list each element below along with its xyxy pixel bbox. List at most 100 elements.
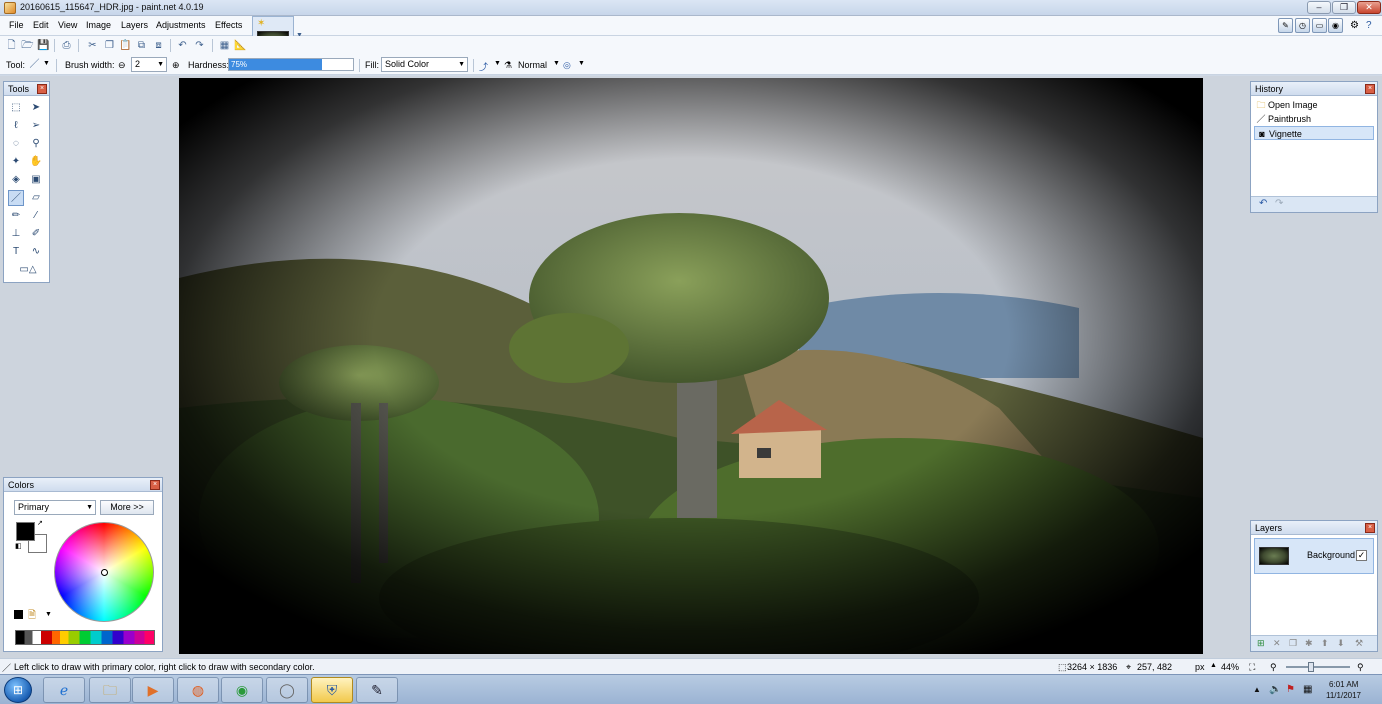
minimize-button[interactable]: –: [1307, 1, 1331, 14]
paste-icon[interactable]: 📋: [119, 39, 132, 52]
zoom-slider[interactable]: [1286, 662, 1350, 672]
add-layer-icon[interactable]: ⊞: [1257, 638, 1265, 649]
speaker-icon[interactable]: 🔈: [1269, 684, 1281, 695]
move-selection-icon[interactable]: ➤: [28, 100, 44, 116]
history-item[interactable]: 🗀 Open Image: [1254, 98, 1374, 112]
color-wheel[interactable]: [54, 522, 154, 622]
close-icon[interactable]: ×: [150, 480, 160, 490]
menu-image[interactable]: Image: [86, 20, 111, 30]
menu-layers[interactable]: Layers: [121, 20, 148, 30]
close-icon[interactable]: ×: [37, 84, 47, 94]
paste-new-image-icon[interactable]: ⧈: [152, 39, 165, 52]
paintnet-taskbar-icon[interactable]: ✎: [356, 677, 398, 703]
hardness-slider[interactable]: 75%: [228, 58, 354, 71]
delete-layer-icon[interactable]: ✕: [1273, 638, 1281, 649]
magic-wand-icon[interactable]: ✦: [8, 154, 24, 170]
antialiasing-icon[interactable]: ⤴: [479, 60, 488, 73]
maximize-button[interactable]: ❐: [1332, 1, 1356, 14]
grid-icon[interactable]: ▦: [218, 39, 231, 52]
blend-mode-icon[interactable]: ⚗: [504, 60, 512, 71]
gradient-icon[interactable]: ▣: [28, 172, 44, 188]
opera-icon[interactable]: ◯: [266, 677, 308, 703]
line-curve-icon[interactable]: ∿: [28, 244, 44, 260]
recolor-icon[interactable]: ✐: [28, 226, 44, 242]
media-player-icon[interactable]: ▶: [132, 677, 174, 703]
lasso-select-icon[interactable]: ℓ: [8, 118, 24, 134]
print-icon[interactable]: ⎙: [60, 39, 73, 52]
units-dropdown-icon[interactable]: ▲: [1210, 662, 1217, 669]
close-icon[interactable]: ×: [1365, 84, 1375, 94]
move-layer-down-icon[interactable]: ⬇: [1337, 638, 1345, 649]
color-picker-icon[interactable]: ⁄: [28, 208, 44, 224]
text-icon[interactable]: T: [8, 244, 24, 260]
antialiasing-dropdown-icon[interactable]: ▼: [494, 60, 501, 67]
primary-color-swatch[interactable]: [16, 522, 35, 541]
zoom-out-icon[interactable]: ⚲: [1270, 662, 1277, 673]
action-center-icon[interactable]: ⚑: [1286, 684, 1295, 695]
paintbrush-icon[interactable]: ／: [28, 58, 41, 71]
swap-colors-icon[interactable]: ↗: [37, 519, 43, 527]
paint-bucket-icon[interactable]: ◈: [8, 172, 24, 188]
merge-layer-icon[interactable]: ✱: [1305, 638, 1313, 649]
move-layer-up-icon[interactable]: ⬆: [1321, 638, 1329, 649]
tool-dropdown-icon[interactable]: ▼: [43, 60, 50, 67]
units[interactable]: px: [1195, 662, 1205, 672]
blend-mode-value[interactable]: Normal: [518, 60, 547, 70]
zoom-to-window-icon[interactable]: ⛶: [1249, 662, 1255, 673]
pencil-icon[interactable]: ✏: [8, 208, 24, 224]
chrome-icon[interactable]: ◉: [221, 677, 263, 703]
image-canvas[interactable]: [179, 78, 1203, 654]
zoom-in-icon[interactable]: ⚲: [1357, 662, 1364, 673]
colors-toggle-icon[interactable]: ◉: [1328, 18, 1343, 33]
file-explorer-icon[interactable]: 🗀: [89, 677, 131, 703]
history-item[interactable]: ／ Paintbrush: [1254, 112, 1374, 126]
open-file-icon[interactable]: 🗁: [21, 39, 34, 52]
duplicate-layer-icon[interactable]: ❐: [1289, 638, 1297, 649]
new-file-icon[interactable]: 🗋: [5, 39, 18, 52]
selection-mode-icon[interactable]: ◎: [563, 60, 571, 71]
ellipse-select-icon[interactable]: ◌: [8, 136, 24, 152]
move-selected-icon[interactable]: ➢: [28, 118, 44, 134]
pan-icon[interactable]: ✋: [28, 154, 44, 170]
color-wheel-marker[interactable]: [101, 569, 108, 576]
shapes-icon[interactable]: ▭△: [13, 262, 43, 278]
brush-width-input[interactable]: 2 ▼: [131, 57, 167, 72]
layer-item[interactable]: Background ✓: [1254, 538, 1374, 574]
security-shield-icon[interactable]: ⛨: [311, 677, 353, 703]
close-button[interactable]: ✕: [1357, 1, 1381, 14]
clock-time[interactable]: 6:01 AM: [1329, 680, 1358, 689]
copy-icon[interactable]: ❐: [103, 39, 116, 52]
clock-date[interactable]: 11/1/2017: [1326, 691, 1361, 700]
eraser-icon[interactable]: ▱: [28, 190, 44, 206]
redo-icon[interactable]: ↷: [193, 39, 206, 52]
history-redo-icon[interactable]: ↷: [1275, 198, 1283, 209]
tray-expand-icon[interactable]: ▲: [1253, 685, 1261, 694]
color-palette[interactable]: [15, 630, 155, 645]
internet-explorer-icon[interactable]: ℯ: [43, 677, 85, 703]
brush-width-increase-icon[interactable]: ⊕: [172, 60, 180, 71]
palette-dropdown-icon[interactable]: ▼: [45, 611, 52, 618]
menu-file[interactable]: File: [9, 20, 24, 30]
zoom-icon[interactable]: ⚲: [28, 136, 44, 152]
save-icon[interactable]: 💾: [37, 39, 50, 52]
menu-adjustments[interactable]: Adjustments: [156, 20, 206, 30]
network-icon[interactable]: ▦: [1303, 684, 1312, 695]
cut-icon[interactable]: ✂: [86, 39, 99, 52]
paste-new-layer-icon[interactable]: ⧉: [135, 39, 148, 52]
more-colors-button[interactable]: More >>: [100, 500, 154, 515]
settings-gear-icon[interactable]: ⚙: [1350, 20, 1359, 31]
undo-icon[interactable]: ↶: [176, 39, 189, 52]
layer-properties-icon[interactable]: ⚒: [1355, 638, 1363, 649]
brush-width-decrease-icon[interactable]: ⊖: [118, 60, 126, 71]
menu-edit[interactable]: Edit: [33, 20, 49, 30]
palette-menu-icon[interactable]: 🗎: [28, 608, 36, 625]
paintbrush-tool-icon[interactable]: ／: [8, 190, 24, 206]
blend-dropdown-icon[interactable]: ▼: [553, 60, 560, 67]
firefox-icon[interactable]: ◍: [177, 677, 219, 703]
layers-toggle-icon[interactable]: ▭: [1312, 18, 1327, 33]
clone-stamp-icon[interactable]: ⊥: [8, 226, 24, 242]
reset-colors-icon[interactable]: ◧: [15, 542, 22, 550]
history-item[interactable]: ◙ Vignette: [1254, 126, 1374, 140]
color-mode-select[interactable]: Primary ▼: [14, 500, 96, 515]
close-icon[interactable]: ×: [1365, 523, 1375, 533]
